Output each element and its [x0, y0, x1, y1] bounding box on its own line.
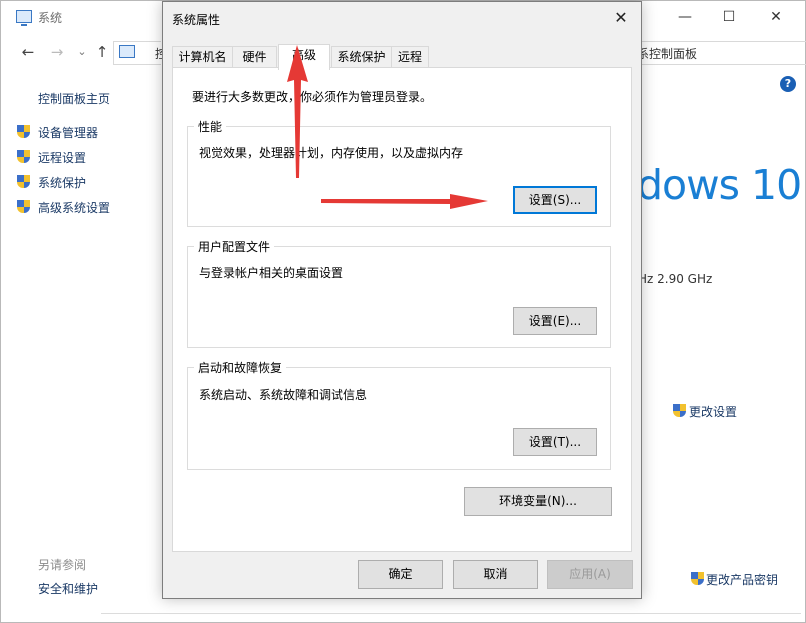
tab-remote[interactable]: 远程: [391, 46, 429, 68]
performance-group: 性能 视觉效果，处理器计划，内存使用，以及虚拟内存 设置(S)...: [187, 118, 611, 227]
startup-recovery-settings-button[interactable]: 设置(T)...: [513, 428, 597, 456]
change-product-key-label: 更改产品密钥: [706, 573, 779, 587]
performance-description: 视觉效果，处理器计划，内存使用，以及虚拟内存: [199, 146, 464, 160]
close-icon[interactable]: ✕: [611, 7, 631, 29]
minimize-icon[interactable]: —: [675, 7, 695, 27]
control-panel-home-link[interactable]: 控制面板主页: [38, 90, 110, 107]
dialog-title: 系统属性: [172, 13, 221, 27]
recent-chevron-icon[interactable]: ⌄: [73, 43, 91, 61]
ok-button[interactable]: 确定: [358, 560, 443, 589]
sidebar: 控制面板主页 设备管理器 远程设置 系统保护 高级系统设置: [9, 73, 159, 613]
user-profiles-description: 与登录帐户相关的桌面设置: [199, 266, 344, 280]
address-computer-icon: [119, 45, 135, 58]
startup-recovery-description: 系统启动、系统故障和调试信息: [199, 388, 368, 402]
startup-recovery-group: 启动和故障恢复 系统启动、系统故障和调试信息 设置(T)...: [187, 359, 611, 470]
tab-computer-name[interactable]: 计算机名: [172, 46, 233, 68]
footer-divider: [101, 613, 801, 614]
performance-title: 性能: [194, 118, 227, 135]
sidebar-item-label: 高级系统设置: [38, 201, 111, 215]
startup-recovery-title: 启动和故障恢复: [194, 359, 287, 376]
shield-icon: [17, 125, 30, 140]
security-maintenance-link[interactable]: 安全和维护: [38, 580, 98, 597]
user-profiles-settings-button[interactable]: 设置(E)...: [513, 307, 597, 335]
admin-note: 要进行大多数更改，你必须作为管理员登录。: [192, 90, 433, 104]
user-profiles-group: 用户配置文件 与登录帐户相关的桌面设置 设置(E)...: [187, 238, 611, 348]
close-icon[interactable]: ✕: [766, 7, 786, 27]
shield-icon: [17, 200, 30, 215]
system-window-title: 系统: [38, 11, 63, 25]
shield-icon: [691, 572, 704, 587]
apply-button[interactable]: 应用(A): [547, 560, 633, 589]
shield-icon: [673, 404, 686, 419]
tab-advanced[interactable]: 高级: [278, 44, 330, 70]
forward-arrow-icon[interactable]: →: [48, 43, 66, 61]
back-arrow-icon[interactable]: ←: [19, 43, 37, 61]
up-arrow-icon[interactable]: ↑: [93, 43, 111, 61]
performance-settings-button[interactable]: 设置(S)...: [513, 186, 597, 214]
windows-10-logo-text: dows 10: [637, 161, 802, 209]
see-also-heading: 另请参阅: [38, 558, 87, 572]
sidebar-item-label: 系统保护: [38, 176, 87, 190]
search-placeholder: 系控制面板: [637, 47, 698, 61]
computer-icon: [16, 10, 32, 26]
advanced-tab-panel: 要进行大多数更改，你必须作为管理员登录。 性能 视觉效果，处理器计划，内存使用，…: [172, 67, 632, 552]
help-icon[interactable]: ?: [780, 76, 796, 92]
shield-icon: [17, 150, 30, 165]
tab-hardware[interactable]: 硬件: [232, 46, 277, 68]
user-profiles-title: 用户配置文件: [194, 238, 275, 255]
processor-speed: Hz 2.90 GHz: [638, 272, 713, 286]
environment-variables-button[interactable]: 环境变量(N)...: [464, 487, 612, 516]
sidebar-item-label: 设备管理器: [38, 126, 99, 140]
maximize-icon[interactable]: ☐: [719, 7, 739, 27]
tab-system-protection[interactable]: 系统保护: [331, 46, 392, 68]
cancel-button[interactable]: 取消: [453, 560, 538, 589]
shield-icon: [17, 175, 30, 190]
system-properties-dialog: 系统属性 ✕ 计算机名 硬件 高级 系统保护 远程 要进行大多数更改，你必须作为…: [162, 1, 642, 599]
sidebar-item-label: 远程设置: [38, 151, 87, 165]
change-settings-label: 更改设置: [689, 405, 738, 419]
